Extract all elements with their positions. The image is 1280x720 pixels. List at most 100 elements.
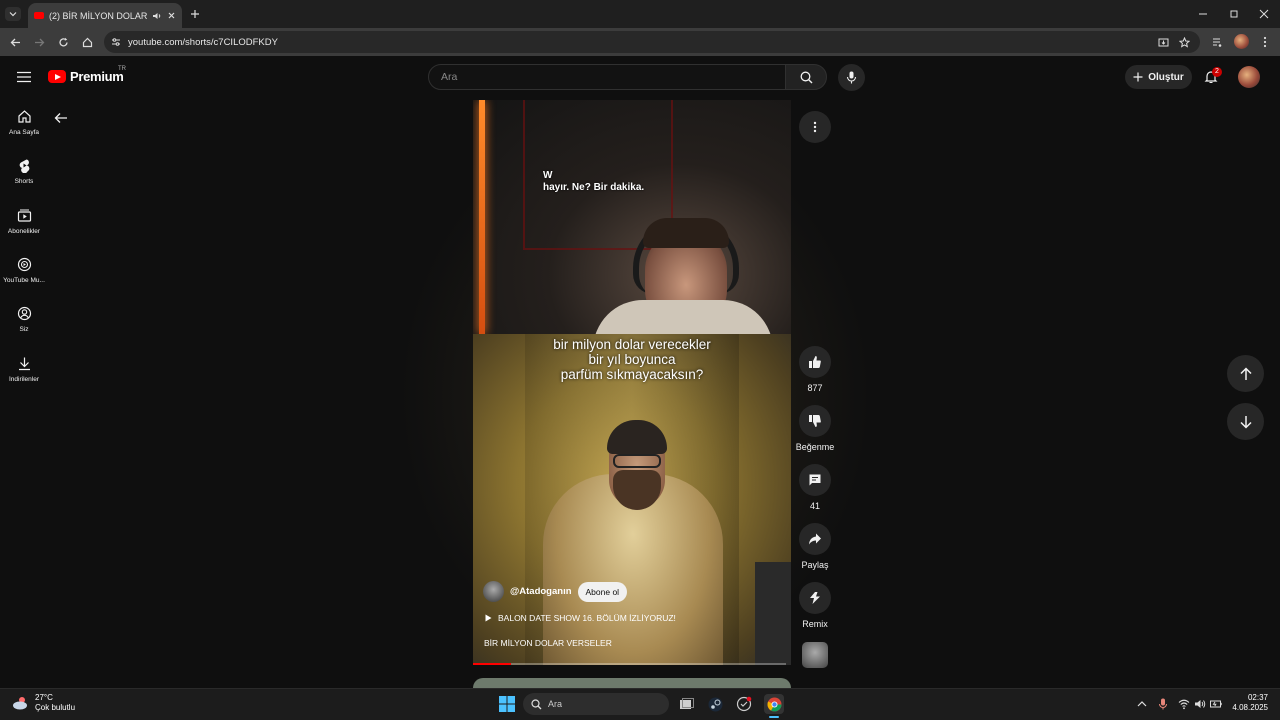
sidebar-item-you[interactable]: Siz bbox=[0, 306, 48, 333]
remix-action: Remix bbox=[795, 582, 835, 629]
taskbar-search-icon bbox=[531, 699, 542, 710]
more-options-button[interactable] bbox=[799, 111, 831, 143]
temperature: 27°C bbox=[35, 693, 53, 702]
guest-glasses bbox=[613, 454, 661, 468]
like-button[interactable] bbox=[799, 346, 831, 378]
sound-thumbnail[interactable] bbox=[802, 642, 828, 668]
sidebar-item-label: Abonelikler bbox=[7, 228, 41, 235]
voice-search-button[interactable] bbox=[838, 64, 865, 91]
remix-label: Remix bbox=[802, 619, 828, 629]
remix-button[interactable] bbox=[799, 582, 831, 614]
restore-icon[interactable] bbox=[1227, 7, 1241, 21]
profile-avatar-icon[interactable] bbox=[1234, 34, 1249, 49]
sidebar-item-label: YouTube Mu... bbox=[3, 277, 45, 284]
tab-close-icon[interactable] bbox=[167, 11, 176, 20]
search-icon bbox=[800, 71, 813, 84]
volume-icon[interactable] bbox=[1194, 698, 1206, 710]
show-hidden-icons-icon[interactable] bbox=[1136, 698, 1148, 710]
search-placeholder: Ara bbox=[441, 71, 458, 83]
home-browser-icon[interactable] bbox=[79, 35, 95, 49]
playlist-link[interactable]: BALON DATE SHOW 16. BÖLÜM İZLİYORUZ! bbox=[485, 613, 676, 623]
bookmark-star-icon[interactable] bbox=[1177, 35, 1191, 49]
share-button[interactable] bbox=[799, 523, 831, 555]
streamer-hair bbox=[643, 218, 729, 248]
back-arrow-icon[interactable] bbox=[53, 110, 71, 128]
subtitle-main: bir milyon dolar verecekler bir yıl boyu… bbox=[553, 337, 711, 382]
channel-row: @Atadoganın Abone ol bbox=[483, 581, 628, 602]
tab-search-icon[interactable] bbox=[5, 7, 21, 21]
reload-icon[interactable] bbox=[55, 35, 71, 49]
streamer-shirt bbox=[593, 300, 773, 334]
windows-start-icon[interactable] bbox=[497, 694, 517, 714]
channel-name[interactable]: @Atadoganın bbox=[510, 586, 572, 597]
taskbar-search[interactable]: Ara bbox=[523, 693, 669, 715]
subscribe-button[interactable]: Abone ol bbox=[577, 581, 628, 602]
task-view-icon[interactable] bbox=[676, 694, 696, 714]
notification-badge: 2 bbox=[1212, 67, 1222, 77]
chrome-icon[interactable] bbox=[764, 694, 784, 714]
install-app-icon[interactable] bbox=[1156, 35, 1170, 49]
battery-icon[interactable] bbox=[1210, 698, 1222, 710]
sidebar-item-youtube-music[interactable]: YouTube Mu... bbox=[0, 257, 48, 284]
youtube-premium-logo[interactable]: Premium TR bbox=[48, 66, 126, 84]
dislike-button[interactable] bbox=[799, 405, 831, 437]
subtitle-top: W hayır. Ne? Bir dakika. bbox=[543, 170, 645, 193]
hamburger-menu-icon[interactable] bbox=[16, 70, 32, 84]
like-action: 877 bbox=[795, 346, 835, 393]
dislike-action: Beğenme bbox=[795, 405, 835, 452]
you-icon bbox=[17, 306, 31, 321]
comment-action: 41 bbox=[795, 464, 835, 511]
weather-widget[interactable]: 27°C Çok bulutlu bbox=[12, 693, 75, 713]
video-title[interactable]: BİR MİLYON DOLAR VERSELER bbox=[484, 638, 612, 648]
weather-condition: Çok bulutlu bbox=[35, 703, 76, 712]
search-input[interactable]: Ara bbox=[428, 64, 786, 90]
sidebar-item-home[interactable]: Ana Sayfa bbox=[0, 109, 48, 136]
progress-fill bbox=[473, 663, 511, 665]
wifi-icon[interactable] bbox=[1178, 698, 1190, 710]
clock-time: 02:37 bbox=[1247, 693, 1268, 702]
close-window-icon[interactable] bbox=[1257, 7, 1271, 21]
sidebar-item-downloads[interactable]: İndirilenler bbox=[0, 356, 48, 383]
shorts-video-player[interactable]: W hayır. Ne? Bir dakika. bir milyon dola… bbox=[473, 100, 791, 665]
steam-icon[interactable] bbox=[705, 694, 725, 714]
next-short-button[interactable] bbox=[1227, 403, 1264, 440]
more-vertical-icon bbox=[813, 121, 817, 133]
youtube-favicon bbox=[34, 12, 44, 19]
taskbar-clock[interactable]: 02:37 4.08.2025 bbox=[1225, 693, 1268, 713]
url-text: youtube.com/shorts/c7CILODFKDY bbox=[128, 36, 278, 48]
video-progress-bar[interactable] bbox=[473, 663, 786, 665]
thumbs-up-icon bbox=[809, 356, 821, 368]
subscriptions-icon bbox=[17, 209, 31, 222]
forward-icon[interactable] bbox=[31, 35, 47, 49]
thumbs-down-icon bbox=[809, 415, 821, 427]
video-frame-top bbox=[473, 100, 791, 334]
discord-like-app-icon[interactable] bbox=[734, 694, 754, 714]
minimize-icon[interactable] bbox=[1196, 7, 1210, 21]
youtube-logo-icon bbox=[48, 70, 66, 83]
address-bar[interactable]: youtube.com/shorts/c7CILODFKDY bbox=[104, 31, 1200, 53]
channel-avatar[interactable] bbox=[483, 581, 504, 602]
new-tab-icon[interactable] bbox=[188, 7, 202, 21]
back-icon[interactable] bbox=[7, 35, 23, 49]
media-controls-icon[interactable] bbox=[1210, 35, 1224, 49]
search-button[interactable] bbox=[785, 64, 827, 90]
browser-tab[interactable]: (2) BİR MİLYON DOLAR VER bbox=[28, 3, 182, 28]
microphone-tray-icon[interactable] bbox=[1157, 698, 1169, 710]
comment-button[interactable] bbox=[799, 464, 831, 496]
site-info-icon[interactable] bbox=[110, 36, 122, 48]
youtube-music-icon bbox=[17, 257, 31, 272]
previous-short-button[interactable] bbox=[1227, 355, 1264, 392]
sidebar-item-shorts[interactable]: Shorts bbox=[0, 158, 48, 185]
create-button[interactable]: Oluştur bbox=[1125, 65, 1192, 89]
comment-icon bbox=[809, 474, 821, 486]
microphone-icon bbox=[846, 71, 857, 84]
logo-text: Premium bbox=[70, 69, 124, 84]
sidebar-item-subscriptions[interactable]: Abonelikler bbox=[0, 208, 48, 235]
browser-menu-icon[interactable] bbox=[1259, 35, 1271, 49]
chrome-active-indicator bbox=[769, 716, 779, 718]
audio-playing-icon[interactable] bbox=[152, 11, 162, 21]
cloud-icon bbox=[13, 697, 27, 710]
home-icon bbox=[17, 110, 31, 123]
comment-count: 41 bbox=[809, 501, 820, 511]
account-avatar[interactable] bbox=[1238, 66, 1260, 88]
